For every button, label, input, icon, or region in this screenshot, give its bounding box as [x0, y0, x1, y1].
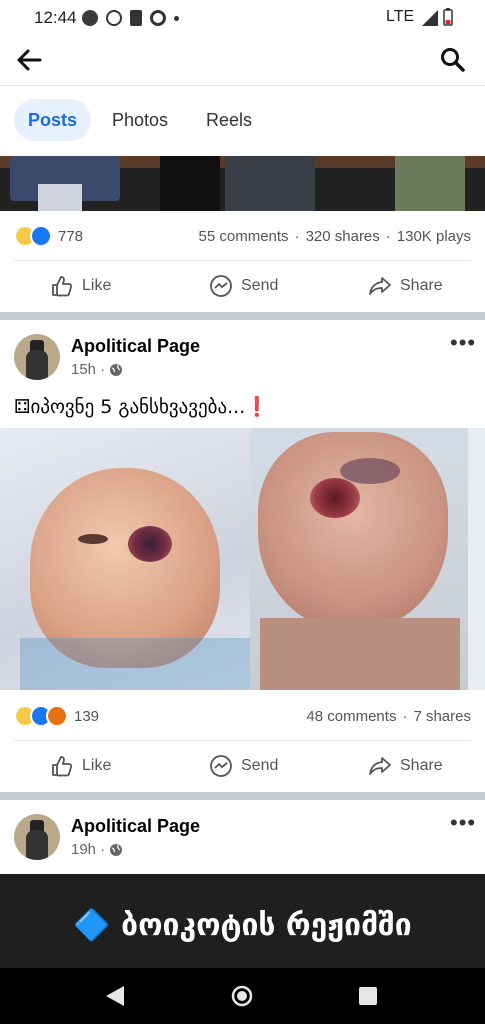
post2-comments[interactable]: 48 comments [306, 708, 396, 725]
tab-posts[interactable]: Posts [14, 99, 92, 141]
post1-like-button[interactable]: Like [50, 274, 111, 298]
post2-reactions[interactable]: 139 [14, 701, 99, 731]
page-name[interactable]: Apolitical Page [71, 336, 200, 357]
post1-reactions[interactable]: 778 [14, 221, 83, 251]
messenger-icon [210, 755, 232, 777]
page-name[interactable]: Apolitical Page [71, 816, 200, 837]
share-arrow-icon [369, 757, 391, 775]
post-time: 15h · [71, 361, 123, 378]
post-time: 19h · [71, 841, 123, 858]
notification-icons [82, 8, 179, 28]
home-nav-icon[interactable] [231, 985, 253, 1007]
post2-shares[interactable]: 7 shares [413, 708, 471, 725]
divider [14, 260, 471, 261]
system-nav-bar [0, 968, 485, 1024]
tab-photos[interactable]: Photos [98, 99, 182, 141]
thumbs-up-icon [52, 276, 73, 297]
profile-tabs: Posts Photos Reels [0, 86, 485, 156]
top-header [0, 36, 485, 86]
recents-nav-icon[interactable] [359, 987, 377, 1005]
post3-image[interactable]: 🔷 ბოიკოტის რეჟიმში [0, 874, 485, 968]
post1-send-button[interactable]: Send [209, 274, 278, 298]
post2-stats: 48 comments · 7 shares [306, 708, 471, 725]
post2-image[interactable] [0, 428, 485, 690]
search-icon[interactable] [440, 47, 466, 73]
back-nav-icon[interactable] [106, 986, 124, 1006]
post3-banner-text: 🔷 ბოიკოტის რეჟიმში [73, 908, 412, 943]
like-reaction-icon [30, 225, 52, 247]
post1-reaction-count: 778 [58, 227, 84, 245]
post1-video-thumbnail[interactable] [0, 156, 485, 211]
post1-share-button[interactable]: Share [368, 274, 443, 298]
post1-plays: 130K plays [396, 228, 471, 245]
signal-icon [422, 10, 438, 26]
post2-reaction-count: 139 [74, 707, 100, 725]
post2-send-button[interactable]: Send [209, 754, 278, 778]
message-icon [82, 10, 98, 26]
globe-icon [110, 843, 123, 856]
thumbs-up-icon [52, 756, 73, 777]
post-separator [0, 792, 485, 800]
chrome-icon [150, 10, 166, 26]
post1-stats: 55 comments · 320 shares · 130K plays [198, 228, 471, 245]
post-separator [0, 312, 485, 320]
post2-share-button[interactable]: Share [368, 754, 443, 778]
more-dot-icon [174, 15, 179, 21]
status-bar: 12:44 LTE [0, 0, 485, 36]
more-options-icon[interactable]: ••• [450, 330, 476, 356]
tab-reels[interactable]: Reels [192, 99, 266, 141]
status-time: 12:44 [34, 8, 77, 27]
whatsapp-icon [106, 10, 122, 26]
angry-reaction-icon [46, 705, 68, 727]
avatar[interactable] [14, 814, 60, 860]
post1-shares[interactable]: 320 shares [306, 228, 380, 245]
more-options-icon[interactable]: ••• [450, 810, 476, 836]
divider [14, 740, 471, 741]
messenger-icon [210, 275, 232, 297]
globe-icon [110, 363, 123, 376]
battery-icon [443, 8, 453, 26]
alert-icon [130, 10, 142, 26]
arrow-left-icon[interactable] [16, 48, 42, 72]
avatar[interactable] [14, 334, 60, 380]
network-label: LTE [386, 8, 415, 25]
post-caption: ⚃იპოვნე 5 განსხვავება...❗ [14, 396, 269, 418]
post2-like-button[interactable]: Like [50, 754, 111, 778]
post1-comments[interactable]: 55 comments [199, 228, 289, 245]
share-arrow-icon [369, 277, 391, 295]
